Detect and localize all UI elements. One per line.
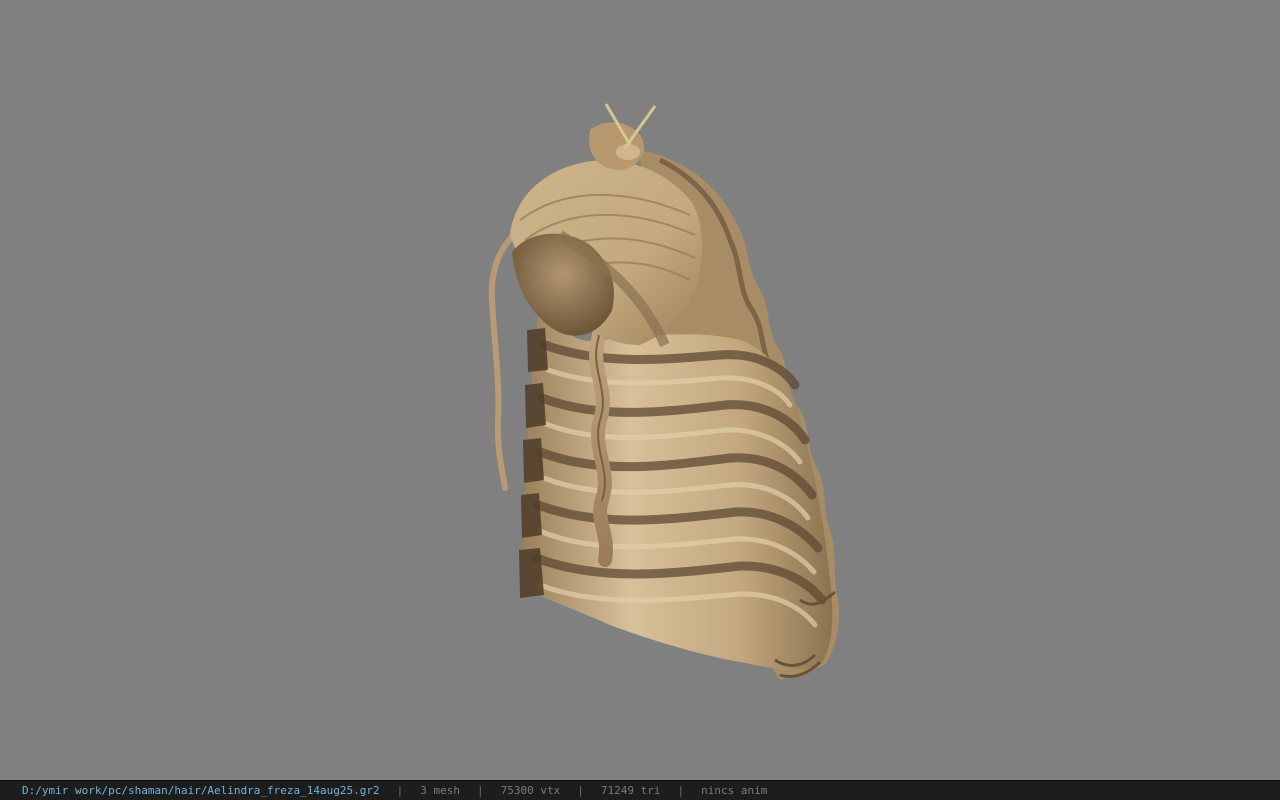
3d-viewport[interactable]: [0, 0, 1280, 780]
hair-body: [519, 300, 836, 678]
triangle-count: 71249 tri: [600, 784, 661, 797]
vertex-count: 75300 vtx: [500, 784, 561, 797]
file-path: D:/ymir work/pc/shaman/hair/Aelindra_fre…: [22, 784, 380, 797]
separator: |: [477, 784, 484, 797]
status-bar: D:/ymir work/pc/shaman/hair/Aelindra_fre…: [0, 780, 1280, 800]
separator: |: [677, 784, 685, 797]
mesh-count: 3 mesh: [420, 784, 460, 797]
separator: |: [577, 784, 584, 797]
hair-model-render: [488, 103, 840, 680]
animation-status: nincs anim: [701, 784, 768, 797]
separator: |: [396, 784, 404, 797]
